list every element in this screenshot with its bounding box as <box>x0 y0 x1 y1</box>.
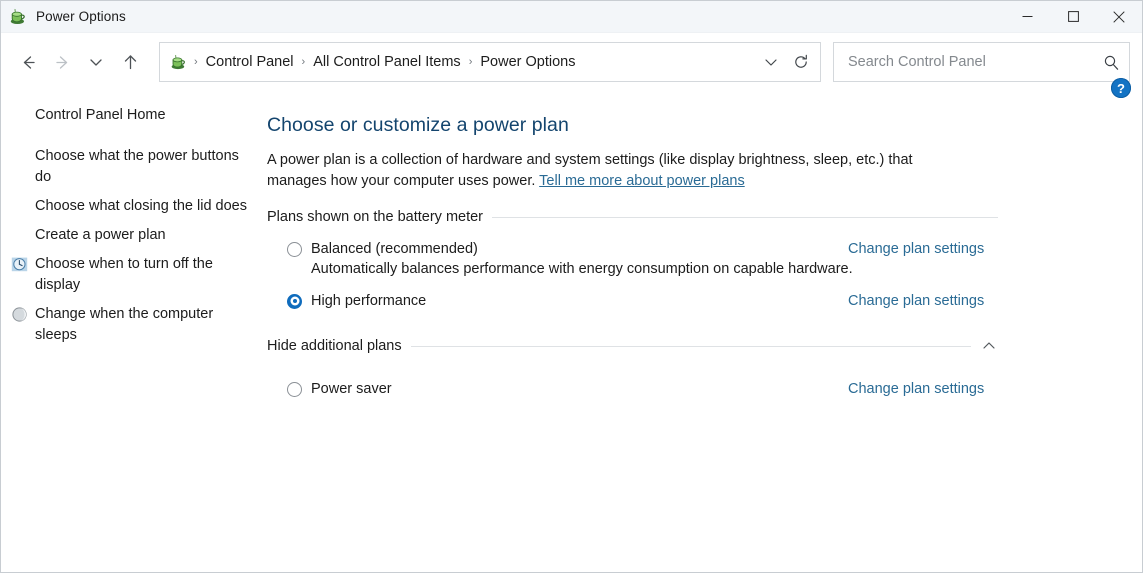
content-inner: Choose or customize a power plan A power… <box>261 114 1142 397</box>
group-divider <box>492 217 998 218</box>
search-icon[interactable] <box>1101 52 1121 72</box>
breadcrumb-item-power-options[interactable]: Power Options <box>475 51 580 73</box>
up-button[interactable] <box>113 45 147 79</box>
sidebar: Control Panel Home Choose what the power… <box>1 91 261 572</box>
recent-locations-button[interactable] <box>79 45 113 79</box>
page-title: Choose or customize a power plan <box>267 114 1002 137</box>
plan-row-power-saver[interactable]: Power saver Change plan settings <box>267 381 1002 397</box>
search-box[interactable] <box>833 42 1130 82</box>
address-bar[interactable]: › Control Panel › All Control Panel Item… <box>159 42 821 82</box>
plan-name-balanced: Balanced (recommended) <box>311 241 828 257</box>
title-bar-left: Power Options <box>1 8 126 26</box>
sidebar-item-label: Change when the computer sleeps <box>35 304 247 346</box>
minimize-button[interactable] <box>1004 1 1050 32</box>
window-body: Control Panel Home Choose what the power… <box>1 91 1142 572</box>
refresh-button[interactable] <box>786 46 816 78</box>
sleep-moon-icon <box>11 306 28 323</box>
change-plan-settings-power-saver[interactable]: Change plan settings <box>848 381 998 397</box>
radio-high-performance[interactable] <box>287 294 302 309</box>
plan-description-balanced: Automatically balances performance with … <box>267 261 1002 277</box>
plan-name-power-saver: Power saver <box>311 381 828 397</box>
window-title: Power Options <box>36 9 126 24</box>
breadcrumb-item-all-control-panel-items[interactable]: All Control Panel Items <box>308 51 465 73</box>
group-header-additional-plans[interactable]: Hide additional plans <box>267 337 1002 355</box>
group-header-label: Plans shown on the battery meter <box>267 209 483 225</box>
forward-button[interactable] <box>45 45 79 79</box>
sidebar-item-label: Control Panel Home <box>35 105 247 126</box>
search-input[interactable] <box>846 53 1101 71</box>
plan-row-balanced[interactable]: Balanced (recommended) Change plan setti… <box>267 241 1002 257</box>
power-options-icon <box>9 8 27 26</box>
breadcrumb-separator: › <box>299 56 309 68</box>
change-plan-settings-balanced[interactable]: Change plan settings <box>848 241 998 257</box>
content-pane: ? Choose or customize a power plan A pow… <box>261 91 1142 572</box>
sidebar-item-power-buttons[interactable]: Choose what the power buttons do <box>1 142 261 192</box>
back-button[interactable] <box>11 45 45 79</box>
sidebar-item-computer-sleeps[interactable]: Change when the computer sleeps <box>1 300 261 350</box>
maximize-button[interactable] <box>1050 1 1096 32</box>
radio-balanced[interactable] <box>287 242 302 257</box>
window-controls <box>1004 1 1142 32</box>
sidebar-item-label: Choose what closing the lid does <box>35 196 247 217</box>
breadcrumb-separator: › <box>191 56 201 68</box>
close-button[interactable] <box>1096 1 1142 32</box>
chevron-up-icon[interactable] <box>980 337 998 355</box>
display-clock-icon <box>11 256 28 273</box>
power-options-window: Power Options <box>0 0 1143 573</box>
plan-row-high-performance[interactable]: High performance Change plan settings <box>267 293 1002 309</box>
breadcrumb-separator: › <box>466 56 476 68</box>
sidebar-item-create-power-plan[interactable]: Create a power plan <box>1 221 261 250</box>
address-dropdown-button[interactable] <box>756 46 786 78</box>
change-plan-settings-high-performance[interactable]: Change plan settings <box>848 293 998 309</box>
sidebar-item-control-panel-home[interactable]: Control Panel Home <box>1 101 261 130</box>
group-header-label: Hide additional plans <box>267 338 402 354</box>
title-bar: Power Options <box>1 1 1142 33</box>
breadcrumb: › Control Panel › All Control Panel Item… <box>191 51 756 73</box>
sidebar-item-label: Choose when to turn off the display <box>35 254 247 296</box>
plan-name-high-performance: High performance <box>311 293 828 309</box>
group-divider <box>411 346 971 347</box>
navigation-bar: › Control Panel › All Control Panel Item… <box>1 33 1142 91</box>
sidebar-item-closing-lid[interactable]: Choose what closing the lid does <box>1 192 261 221</box>
tell-me-more-link[interactable]: Tell me more about power plans <box>539 173 745 189</box>
sidebar-item-label: Choose what the power buttons do <box>35 146 247 188</box>
help-button[interactable]: ? <box>1111 78 1131 98</box>
page-description: A power plan is a collection of hardware… <box>267 150 939 192</box>
breadcrumb-item-control-panel[interactable]: Control Panel <box>201 51 299 73</box>
control-panel-icon <box>170 54 187 71</box>
sidebar-item-turn-off-display[interactable]: Choose when to turn off the display <box>1 250 261 300</box>
sidebar-item-label: Create a power plan <box>35 225 247 246</box>
group-header-battery-meter: Plans shown on the battery meter <box>267 209 1002 225</box>
radio-power-saver[interactable] <box>287 382 302 397</box>
